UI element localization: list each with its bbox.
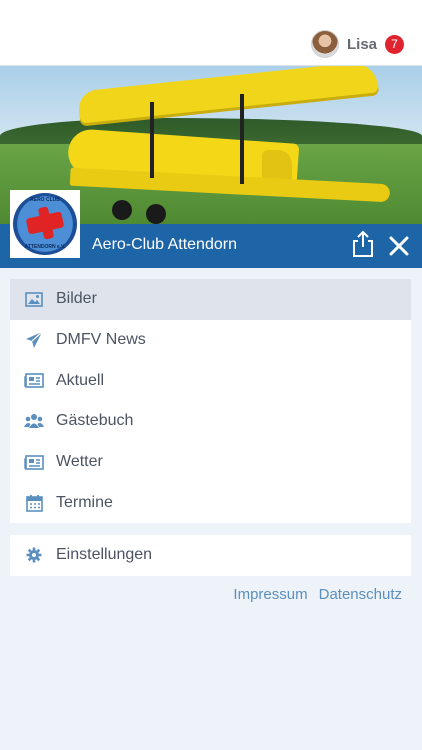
menu-item-dmfv-news[interactable]: DMFV News	[10, 320, 411, 361]
logo-text-top: AERO CLUB	[30, 197, 60, 203]
menu-item-termine[interactable]: Termine	[10, 482, 411, 523]
biplane-wheel	[146, 204, 166, 224]
user-menu[interactable]: Lisa 7	[310, 29, 404, 59]
calendar-icon	[24, 493, 44, 513]
menu-item-label: DMFV News	[56, 331, 146, 349]
biplane-wheel	[112, 200, 132, 220]
menu-item-label: Termine	[56, 493, 113, 511]
menu-item-gaestebuch[interactable]: Gästebuch	[10, 401, 411, 442]
paper-plane-icon	[24, 330, 44, 350]
club-logo: AERO CLUB ATTENDORN e.V.	[10, 190, 80, 258]
menu-item-label: Bilder	[56, 290, 97, 308]
share-button[interactable]	[350, 230, 376, 258]
share-icon	[353, 230, 373, 257]
menu-item-label: Gästebuch	[56, 412, 134, 430]
close-button[interactable]	[386, 233, 412, 259]
menu-item-label: Einstellungen	[56, 546, 153, 564]
image-icon	[24, 289, 44, 309]
menu-item-label: Aktuell	[56, 371, 105, 389]
biplane-upper-wing	[77, 66, 379, 124]
avatar[interactable]	[310, 30, 339, 58]
menu-item-bilder[interactable]: Bilder	[10, 279, 411, 320]
notification-badge[interactable]: 7	[385, 34, 404, 54]
newspaper-icon	[24, 371, 44, 391]
top-bar: Lisa 7	[0, 0, 422, 66]
menu-item-label: Wetter	[56, 453, 103, 471]
gear-icon	[24, 545, 44, 565]
settings-menu: Einstellungen	[10, 535, 411, 576]
close-icon	[389, 236, 409, 256]
newspaper-icon	[24, 452, 44, 472]
datenschutz-link[interactable]: Datenschutz	[319, 586, 402, 603]
user-name[interactable]: Lisa	[347, 36, 377, 53]
wing-strut	[150, 102, 154, 178]
club-logo-emblem: AERO CLUB ATTENDORN e.V.	[13, 193, 77, 255]
menu-item-wetter[interactable]: Wetter	[10, 442, 411, 483]
menu-item-aktuell[interactable]: Aktuell	[10, 360, 411, 401]
menu-item-einstellungen[interactable]: Einstellungen	[10, 535, 411, 576]
club-name: Aero-Club Attendorn	[92, 236, 237, 253]
wing-strut	[240, 94, 244, 184]
impressum-link[interactable]: Impressum	[233, 586, 307, 603]
navigation-menu: Bilder DMFV News Aktuell Gästebuch Wette…	[10, 279, 411, 523]
logo-text-bottom: ATTENDORN e.V.	[24, 244, 66, 250]
footer-links: Impressum Datenschutz	[233, 586, 402, 603]
users-icon	[24, 411, 44, 431]
